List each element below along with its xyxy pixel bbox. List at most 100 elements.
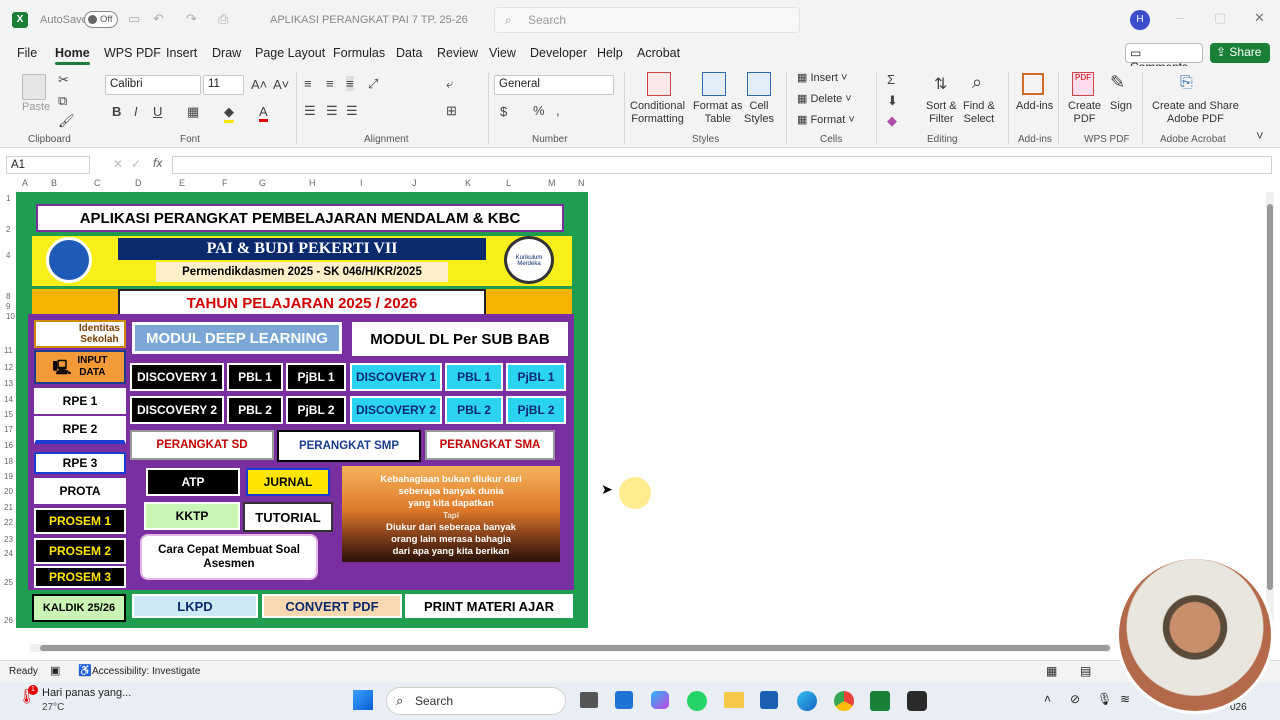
widgets-icon[interactable] (615, 691, 633, 709)
rpe-2-button[interactable]: RPE 2 (34, 416, 126, 444)
pjbl-2-button[interactable]: PjBL 2 (286, 396, 346, 424)
cell-styles-button[interactable]: Cell Styles (744, 100, 774, 126)
menu-view[interactable]: View (489, 46, 516, 60)
column-header[interactable]: B (51, 178, 57, 188)
save-icon[interactable]: ▭ (128, 11, 140, 27)
font-color-icon[interactable]: A (259, 104, 268, 122)
align-top-icon[interactable]: ≡ (304, 76, 312, 91)
format-painter-icon[interactable]: 🖌 (58, 113, 75, 129)
decrease-font-icon[interactable]: A˅ (273, 77, 289, 92)
prosem-3-button[interactable]: PROSEM 3 (34, 566, 126, 588)
perangkat-sma-button[interactable]: PERANGKAT SMA (425, 430, 555, 460)
align-left-icon[interactable]: ☰ (304, 103, 316, 119)
create-pdf-button[interactable]: Create PDF (1068, 100, 1101, 126)
conditional-formatting-icon[interactable] (647, 72, 671, 96)
row-header[interactable]: 26 (4, 616, 13, 625)
underline-icon[interactable]: U (153, 104, 162, 119)
function-icon[interactable]: fx (153, 156, 162, 170)
cancel-icon[interactable]: ✕ (113, 157, 123, 171)
row-header[interactable]: 23 (4, 535, 13, 544)
accessibility-icon[interactable]: ♿ (78, 664, 92, 677)
column-header[interactable]: J (412, 178, 417, 188)
addins-button[interactable]: Add-ins (1016, 100, 1053, 113)
row-header[interactable]: 19 (4, 472, 13, 481)
row-header[interactable]: 1 (6, 194, 10, 203)
file-explorer-icon[interactable] (724, 692, 744, 708)
row-header[interactable]: 2 (6, 225, 10, 234)
taskbar-search-box[interactable]: ⌕ Search (386, 687, 566, 715)
horizontal-scrollbar[interactable] (30, 644, 1110, 652)
convert-pdf-button[interactable]: CONVERT PDF (262, 594, 402, 618)
format-table-icon[interactable] (702, 72, 726, 96)
column-header[interactable]: C (94, 178, 101, 188)
file-name[interactable]: APLIKASI PERANGKAT PAI 7 TP. 25-26 (270, 14, 468, 26)
discovery-2-button[interactable]: DISCOVERY 2 (130, 396, 224, 424)
menu-page-layout[interactable]: Page Layout (255, 46, 325, 60)
menu-insert[interactable]: Insert (166, 46, 197, 60)
borders-icon[interactable]: ▦ (187, 104, 199, 120)
create-pdf-icon[interactable]: PDF (1072, 72, 1094, 96)
recorder-icon[interactable] (907, 691, 927, 711)
kktp-button[interactable]: KKTP (144, 502, 240, 530)
weather-text[interactable]: Hari panas yang... (42, 687, 131, 699)
collapse-ribbon-icon[interactable]: ˅ (1256, 128, 1264, 143)
rpe-1-button[interactable]: RPE 1 (34, 388, 126, 414)
row-header[interactable]: 13 (4, 379, 13, 388)
italic-icon[interactable]: I (134, 104, 138, 119)
column-header[interactable]: M (548, 178, 556, 188)
start-button-icon[interactable] (353, 690, 373, 710)
vertical-scrollbar[interactable] (1266, 192, 1274, 632)
task-view-icon[interactable] (580, 692, 598, 708)
row-header[interactable]: 18 (4, 457, 13, 466)
align-center-icon[interactable]: ☰ (326, 103, 338, 119)
autosum-icon[interactable]: Σ (887, 72, 895, 87)
redo-icon[interactable]: ↷ (186, 11, 197, 27)
font-size-select[interactable]: 11 (203, 75, 244, 95)
maximize-icon[interactable]: ▢ (1214, 10, 1226, 26)
column-header[interactable]: A (22, 178, 28, 188)
menu-home[interactable]: Home (55, 46, 90, 65)
sign-icon[interactable]: ✎ (1110, 72, 1125, 93)
format-as-table-button[interactable]: Format as Table (693, 100, 743, 126)
enter-icon[interactable]: ✓ (131, 157, 141, 171)
row-header[interactable]: 4 (6, 251, 10, 260)
comma-icon[interactable]: , (556, 103, 560, 118)
modul-dl-sub-bab-button[interactable]: MODUL DL Per SUB BAB (352, 322, 568, 356)
percent-icon[interactable]: % (533, 103, 545, 118)
copy-icon[interactable]: ⧉ (58, 93, 67, 109)
sign-button[interactable]: Sign (1110, 100, 1132, 113)
discovery-2-sub-button[interactable]: DISCOVERY 2 (350, 396, 442, 424)
accessibility-status[interactable]: Accessibility: Investigate (92, 666, 200, 677)
wifi-icon[interactable]: ≋ (1120, 692, 1130, 706)
row-header[interactable]: 15 (4, 410, 13, 419)
cut-icon[interactable]: ✂ (58, 72, 69, 88)
vector-app-icon[interactable] (760, 691, 778, 709)
orientation-icon[interactable]: ⤢ (368, 76, 378, 92)
perangkat-sd-button[interactable]: PERANGKAT SD (130, 430, 274, 460)
align-right-icon[interactable]: ☰ (346, 103, 358, 119)
addins-icon[interactable] (1022, 73, 1044, 95)
row-header[interactable]: 16 (4, 441, 13, 450)
column-header[interactable]: I (360, 178, 363, 188)
paste-icon[interactable] (22, 74, 46, 100)
row-header[interactable]: 21 (4, 503, 13, 512)
tray-app-icon[interactable]: ⊘ (1070, 692, 1080, 706)
name-box[interactable]: A1 (6, 156, 90, 174)
menu-acrobat[interactable]: Acrobat (637, 46, 680, 60)
page-layout-view-icon[interactable]: ▤ (1080, 664, 1091, 678)
whatsapp-icon[interactable] (687, 691, 707, 711)
sort-filter-button[interactable]: Sort & Filter (926, 100, 957, 126)
kaldik-button[interactable]: KALDIK 25/26 (32, 594, 126, 622)
column-header[interactable]: K (465, 178, 471, 188)
number-format-select[interactable]: General (494, 75, 614, 95)
menu-wps-pdf[interactable]: WPS PDF (104, 46, 161, 60)
discovery-1-button[interactable]: DISCOVERY 1 (130, 363, 224, 391)
print-icon[interactable]: ⎙ (218, 11, 228, 27)
row-header[interactable]: 10 (6, 312, 15, 321)
row-header[interactable]: 9 (6, 302, 10, 311)
pbl-2-sub-button[interactable]: PBL 2 (445, 396, 503, 424)
tutorial-button[interactable]: TUTORIAL (243, 502, 333, 532)
undo-icon[interactable]: ↶ (153, 11, 164, 27)
create-share-button[interactable]: Create and Share Adobe PDF (1152, 100, 1239, 126)
pjbl-1-sub-button[interactable]: PjBL 1 (506, 363, 566, 391)
